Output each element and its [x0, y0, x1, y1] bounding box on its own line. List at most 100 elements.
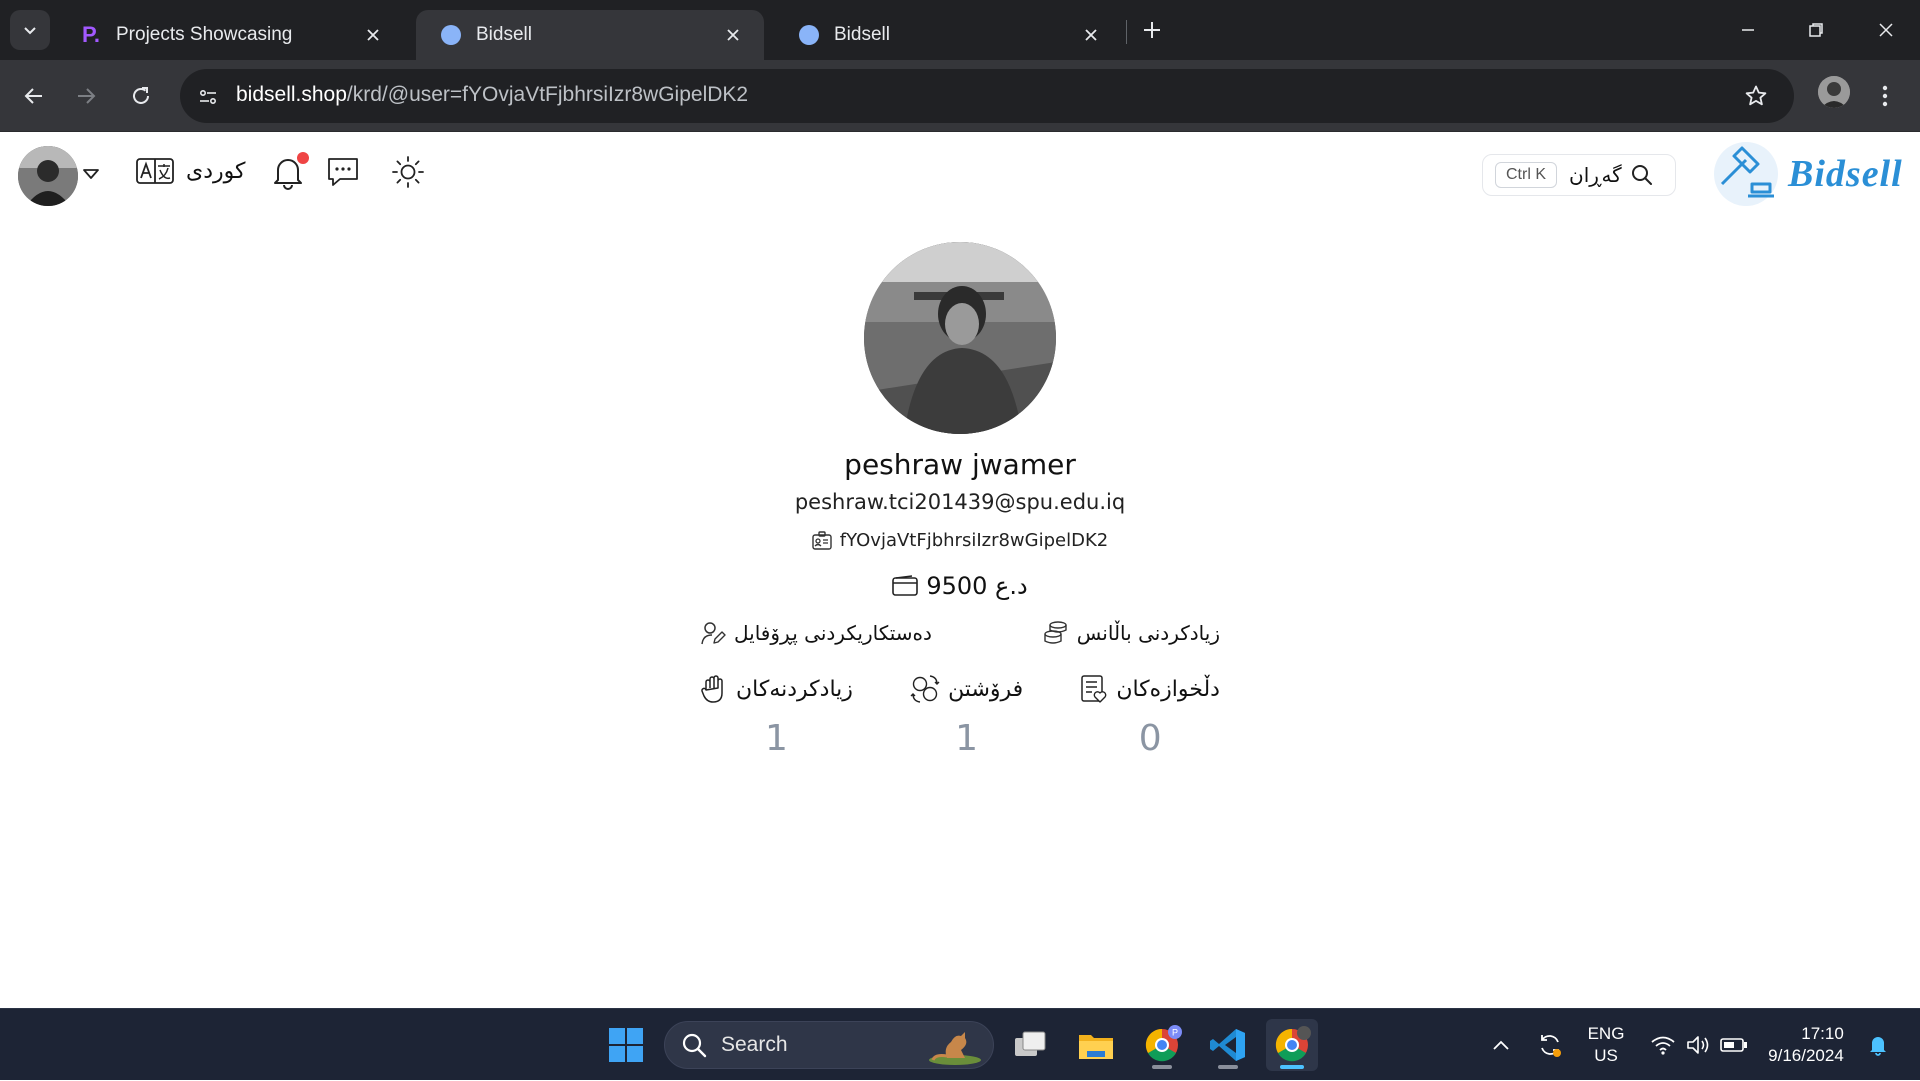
browser-toolbar: bidsell.shop/krd/@user=fYOvjaVtFjbhrsiIz…: [0, 60, 1920, 132]
address-bar[interactable]: bidsell.shop/krd/@user=fYOvjaVtFjbhrsiIz…: [180, 69, 1794, 123]
search-label: گەڕان: [1569, 163, 1622, 187]
stat-sales[interactable]: فرۆشتن 1: [910, 674, 1023, 759]
browser-profile-avatar[interactable]: [1818, 76, 1850, 108]
shortcut-badge: Ctrl K: [1495, 162, 1557, 188]
close-tab-icon[interactable]: [722, 24, 744, 46]
restore-button[interactable]: [1782, 0, 1850, 60]
url-text[interactable]: bidsell.shop/krd/@user=fYOvjaVtFjbhrsiIz…: [236, 83, 748, 107]
task-view-button[interactable]: [1004, 1019, 1056, 1071]
notification-dot: [297, 152, 309, 164]
plus-icon: [1144, 22, 1160, 38]
close-tab-icon[interactable]: [362, 24, 384, 46]
chrome-profile-p-button[interactable]: P: [1136, 1019, 1188, 1071]
logo-text: Bidsell: [1788, 153, 1903, 195]
search-icon: [1631, 165, 1652, 185]
forward-button[interactable]: [66, 76, 106, 116]
minimize-icon: [1742, 29, 1754, 31]
tab-title: Bidsell: [834, 24, 890, 45]
language-line-1: ENG: [1587, 1024, 1625, 1043]
close-icon: [1879, 23, 1893, 37]
start-button[interactable]: [600, 1019, 652, 1071]
running-indicator: [1152, 1065, 1172, 1069]
stat-bids[interactable]: زیادکردنەکان 1: [700, 674, 853, 759]
tab-divider: [1126, 20, 1127, 44]
caret-down-icon[interactable]: [82, 168, 100, 180]
user-id-row: fYOvjaVtFjbhrsiIzr8wGipelDK2: [0, 530, 1920, 551]
profile-email: peshraw.tci201439@spu.edu.iq: [794, 490, 1126, 514]
edit-profile-label: دەستکاریکردنی پڕۆفایل: [734, 621, 932, 645]
bell-icon: [1870, 1037, 1886, 1056]
reload-button[interactable]: [121, 76, 161, 116]
page-content: کوردی Ctrl K گەڕان Bidsell peshraw jwame…: [0, 132, 1920, 1008]
kebab-menu-icon: [1882, 85, 1888, 107]
hand-icon: [701, 675, 723, 703]
browser-tab-bar: P. Projects Showcasing Bidsell Bidsell: [0, 0, 1920, 60]
bookmark-star-icon[interactable]: [1742, 82, 1770, 110]
profile-stats: زیادکردنەکان 1 فرۆشتن 1 دڵخوازەکان 0: [700, 674, 1220, 759]
favorites-list-icon: [1081, 675, 1107, 703]
search-button[interactable]: Ctrl K گەڕان: [1482, 154, 1676, 196]
taskbar-search[interactable]: Search: [664, 1021, 994, 1069]
tab-bidsell[interactable]: Bidsell: [774, 10, 1122, 60]
running-indicator: [1280, 1065, 1304, 1069]
tab-projects-showcasing[interactable]: P. Projects Showcasing: [56, 10, 404, 60]
user-avatar[interactable]: [18, 146, 78, 206]
show-hidden-icons-button[interactable]: [1484, 1009, 1518, 1081]
running-indicator: [1218, 1065, 1238, 1069]
id-card-icon: [812, 530, 832, 550]
notifications-button[interactable]: [1862, 1009, 1894, 1081]
language-line-2: US: [1594, 1046, 1618, 1065]
sync-icon: [1541, 1035, 1561, 1057]
sync-status-button[interactable]: [1530, 1009, 1570, 1081]
bidsell-logo[interactable]: Bidsell: [1712, 140, 1903, 208]
stat-label: زیادکردنەکان: [736, 676, 853, 702]
user-id: fYOvjaVtFjbhrsiIzr8wGipelDK2: [839, 530, 1109, 551]
tab-bidsell-active[interactable]: Bidsell: [416, 10, 764, 60]
quick-settings-button[interactable]: [1646, 1009, 1752, 1081]
restore-icon: [1809, 23, 1823, 37]
clock-button[interactable]: 17:10 9/16/2024: [1756, 1009, 1856, 1081]
chrome-active-button[interactable]: [1266, 1019, 1318, 1071]
url-host: bidsell.shop: [236, 83, 347, 106]
chrome-icon: [1275, 1026, 1311, 1062]
add-balance-button[interactable]: زیادکردنی باڵانس: [1043, 620, 1220, 646]
input-language-button[interactable]: ENG US: [1578, 1009, 1634, 1081]
clock-time: 17:10: [1801, 1024, 1844, 1043]
balance-amount: 9500 د.ع: [926, 572, 1028, 600]
tab-title: Projects Showcasing: [116, 24, 293, 45]
stat-favorites[interactable]: دڵخوازەکان 0: [1080, 674, 1220, 759]
close-window-button[interactable]: [1852, 0, 1920, 60]
stat-value: 0: [1138, 718, 1162, 759]
stat-label: فرۆشتن: [948, 676, 1024, 702]
tab-search-button[interactable]: [10, 10, 50, 50]
vscode-icon: [1210, 1029, 1245, 1061]
back-button[interactable]: [14, 76, 54, 116]
url-path: /krd/@user=fYOvjaVtFjbhrsiIzr8wGipelDK2: [346, 83, 749, 106]
site-info-icon[interactable]: [194, 83, 222, 111]
chrome-icon: P: [1145, 1025, 1182, 1062]
edit-profile-button[interactable]: دەستکاریکردنی پڕۆفایل: [700, 620, 932, 646]
profile-name: peshraw jwamer: [844, 448, 1076, 481]
minimize-button[interactable]: [1714, 0, 1782, 60]
arrow-left-icon: [24, 88, 42, 104]
vscode-button[interactable]: [1202, 1019, 1254, 1071]
stat-label: دڵخوازەکان: [1116, 676, 1220, 702]
clock-date: 9/16/2024: [1768, 1046, 1844, 1065]
translate-icon: [136, 158, 174, 184]
profile-actions: دەستکاریکردنی پڕۆفایل زیادکردنی باڵانس: [700, 620, 1220, 646]
bidsell-icon: [440, 24, 462, 46]
close-tab-icon[interactable]: [1080, 24, 1102, 46]
add-balance-label: زیادکردنی باڵانس: [1076, 621, 1220, 645]
file-explorer-button[interactable]: [1070, 1019, 1122, 1071]
svg-text:P: P: [1172, 1028, 1178, 1038]
battery-icon: [1720, 1038, 1747, 1052]
language-label: کوردی: [186, 158, 246, 184]
windows-logo-icon: [609, 1028, 643, 1062]
chat-icon[interactable]: [326, 156, 360, 188]
new-tab-button[interactable]: [1136, 14, 1168, 46]
browser-menu-button[interactable]: [1870, 76, 1900, 116]
volume-icon: [1687, 1036, 1709, 1054]
language-switcher[interactable]: کوردی: [136, 158, 245, 184]
wifi-icon: [1651, 1036, 1675, 1055]
sun-icon[interactable]: [390, 154, 426, 190]
